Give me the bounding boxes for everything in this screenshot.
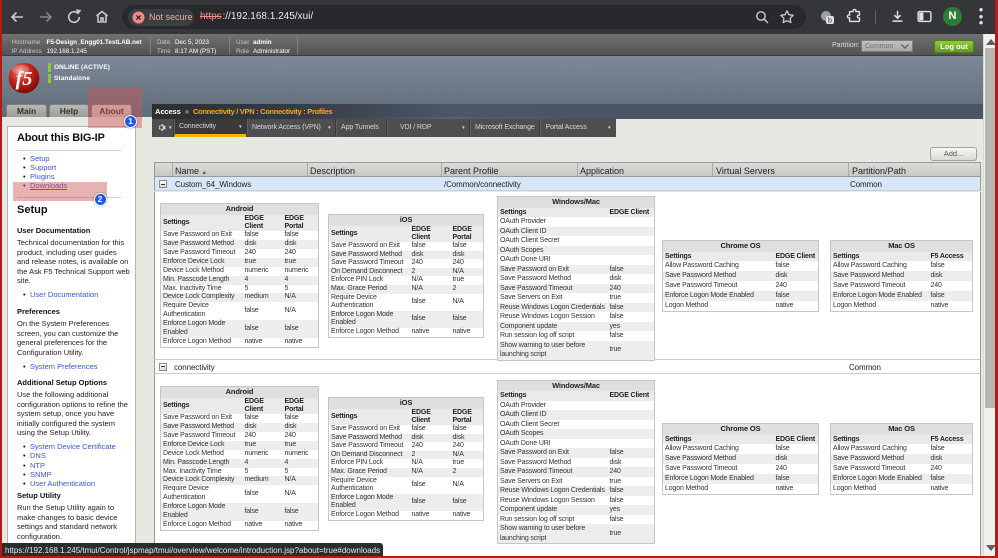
- svg-text:b: b: [828, 18, 832, 25]
- svg-text:f5: f5: [16, 68, 33, 90]
